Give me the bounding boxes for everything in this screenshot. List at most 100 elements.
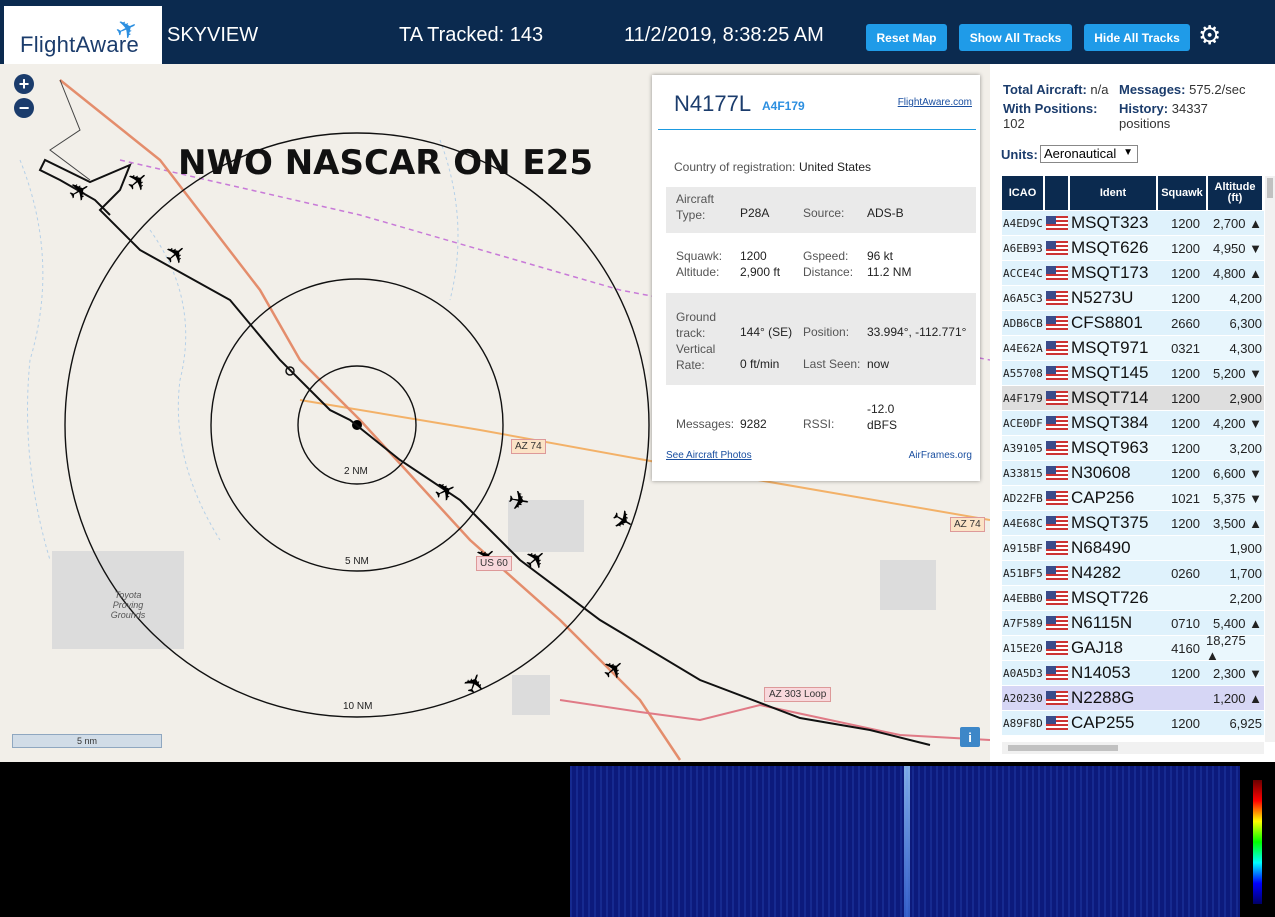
us-flag-icon: [1046, 716, 1068, 730]
scroll-thumb[interactable]: [1008, 745, 1118, 751]
squawk-cell: 1200: [1171, 265, 1200, 281]
total-aircraft-stat: Total Aircraft: n/a: [1003, 82, 1109, 97]
icao-cell: AD22FB: [1003, 491, 1043, 505]
squawk-cell: 1200: [1171, 240, 1200, 256]
table-row[interactable]: A4EBB0 MSQT726 2,200: [1002, 586, 1264, 610]
us-flag-icon: [1046, 516, 1068, 530]
position-label: Position:: [803, 325, 850, 339]
ident-cell: CAP255: [1071, 713, 1135, 732]
map-info-button[interactable]: i: [960, 727, 980, 747]
table-row[interactable]: A51BF5 N4282 0260 1,700: [1002, 561, 1264, 585]
table-row[interactable]: A15E20 GAJ18 4160 18,275 ▲: [1002, 633, 1264, 663]
us-flag-icon: [1046, 616, 1068, 630]
altitude-cell: 4,950 ▼: [1212, 240, 1262, 256]
zoom-in-button[interactable]: +: [14, 74, 34, 94]
squawk-cell: 1200: [1171, 665, 1200, 681]
scroll-thumb[interactable]: [1267, 178, 1273, 198]
us-flag-icon: [1046, 541, 1068, 555]
col-header-squawk[interactable]: Squawk: [1158, 176, 1206, 210]
position-value: 33.994°, -112.771°: [867, 325, 967, 339]
rssi-label: RSSI:: [803, 417, 835, 431]
icao-cell: A915BF: [1003, 541, 1043, 555]
aircraft-icon[interactable]: ✈: [596, 652, 632, 689]
table-row[interactable]: A0A5D3 N14053 1200 2,300 ▼: [1002, 661, 1264, 685]
aircraft-icon[interactable]: ✈: [458, 668, 494, 699]
table-row[interactable]: A4E62A MSQT971 0321 4,300: [1002, 336, 1264, 360]
scale-bar: 5 nm: [12, 734, 162, 748]
road-label: US 60: [476, 556, 512, 571]
reset-map-button[interactable]: Reset Map: [866, 24, 947, 51]
us-flag-icon: [1046, 591, 1068, 605]
table-row[interactable]: A55708 MSQT145 1200 5,200 ▼: [1002, 361, 1264, 385]
table-row[interactable]: A915BF N68490 1,900: [1002, 536, 1264, 560]
altitude-cell: 5,200 ▼: [1212, 365, 1262, 381]
table-row[interactable]: A7F589 N6115N 0710 5,400 ▲: [1002, 611, 1264, 635]
aircraft-icon[interactable]: ✈: [63, 174, 97, 211]
messages-stat: Messages: 575.2/sec: [1119, 82, 1245, 97]
total-aircraft-value: n/a: [1090, 82, 1109, 97]
table-row[interactable]: A4F179 MSQT714 1200 2,900: [1002, 386, 1264, 410]
table-row[interactable]: A6EB93 MSQT626 1200 4,950 ▼: [1002, 236, 1264, 260]
aircraft-icon[interactable]: ✈: [120, 164, 156, 201]
table-row[interactable]: A6A5C3 N5273U 1200 4,200: [1002, 286, 1264, 310]
aircraft-icon[interactable]: ✈: [158, 237, 194, 274]
positions-stat: With Positions: 102: [1003, 101, 1113, 131]
aircraft-icon[interactable]: ✈: [605, 503, 639, 540]
airframes-link[interactable]: AirFrames.org: [909, 450, 972, 461]
messages-stat-label: Messages:: [1119, 82, 1186, 97]
altitude-cell: 18,275 ▲: [1206, 633, 1246, 663]
table-row[interactable]: A33815 N30608 1200 6,600 ▼: [1002, 461, 1264, 485]
altitude-cell: 4,800 ▲: [1212, 265, 1262, 281]
hide-all-tracks-button[interactable]: Hide All Tracks: [1084, 24, 1190, 51]
altitude-cell: 6,600 ▼: [1212, 465, 1262, 481]
col-header-icao[interactable]: ICAO: [1002, 176, 1043, 210]
table-row[interactable]: AD22FB CAP256 1021 5,375 ▼: [1002, 486, 1264, 510]
col-header-altitude[interactable]: Altitude (ft): [1208, 176, 1262, 210]
table-row[interactable]: ACE0DF MSQT384 1200 4,200 ▼: [1002, 411, 1264, 435]
icao-cell: A15E20: [1003, 641, 1043, 655]
gspeed-value: 96 kt: [867, 249, 894, 263]
vertical-scrollbar[interactable]: [1265, 176, 1275, 742]
zoom-out-button[interactable]: −: [14, 98, 34, 118]
aircraft-icon[interactable]: ✈: [430, 474, 462, 510]
table-row[interactable]: A4ED9C MSQT323 1200 2,700 ▲: [1002, 211, 1264, 235]
map-area-patch: [880, 560, 936, 610]
table-row[interactable]: A4E68C MSQT375 1200 3,500 ▲: [1002, 511, 1264, 535]
altitude-cell: 2,200: [1229, 590, 1262, 606]
squawk-cell: [1162, 536, 1200, 560]
altitude-cell: 5,375 ▼: [1212, 490, 1262, 506]
units-select[interactable]: Aeronautical ▼: [1040, 145, 1138, 163]
header-bar: FlightAware ✈ SKYVIEW TA Tracked: 143 11…: [0, 0, 1275, 64]
clock-datetime: 11/2/2019, 8:38:25 AM: [624, 24, 824, 46]
col-header-ident[interactable]: Ident: [1070, 176, 1156, 210]
squawk-cell: 1200: [1171, 365, 1200, 381]
settings-gear-icon[interactable]: ⚙: [1198, 20, 1221, 51]
altitude-label: Altitude:: [676, 265, 720, 279]
flightaware-logo[interactable]: FlightAware ✈: [4, 6, 162, 64]
source-label: Source:: [803, 206, 845, 220]
road-az303: [559, 699, 990, 741]
distance-label: Distance:: [803, 265, 854, 279]
table-row[interactable]: ACCE4C MSQT173 1200 4,800 ▲: [1002, 261, 1264, 285]
popup-registration: N4177L: [674, 91, 752, 116]
table-row[interactable]: A39105 MSQT963 1200 3,200: [1002, 436, 1264, 460]
altitude-cell: 4,200 ▼: [1212, 415, 1262, 431]
us-flag-icon: [1046, 441, 1068, 455]
table-row[interactable]: A89F8D CAP255 1200 6,925: [1002, 711, 1264, 735]
flightaware-link[interactable]: FlightAware.com: [898, 97, 972, 108]
icao-cell: A4E62A: [1003, 341, 1043, 355]
ident-cell: MSQT375: [1071, 513, 1149, 532]
squawk-value: 1200: [740, 249, 767, 263]
us-flag-icon: [1046, 241, 1068, 255]
table-row[interactable]: ADB6CB CFS8801 2660 6,300: [1002, 311, 1264, 335]
col-header-flag[interactable]: [1045, 176, 1068, 210]
aircraft-photos-link[interactable]: See Aircraft Photos: [666, 450, 752, 461]
icao-cell: A7F589: [1003, 616, 1043, 630]
icao-cell: A51BF5: [1003, 566, 1043, 580]
table-row[interactable]: A20230 N2288G 1,200 ▲: [1002, 686, 1264, 710]
horizontal-scrollbar[interactable]: [1002, 742, 1264, 754]
show-all-tracks-button[interactable]: Show All Tracks: [959, 24, 1072, 51]
squawk-cell: 1200: [1171, 515, 1200, 531]
positions-value: 102: [1003, 116, 1025, 131]
messages-stat-value: 575.2/sec: [1189, 82, 1246, 97]
